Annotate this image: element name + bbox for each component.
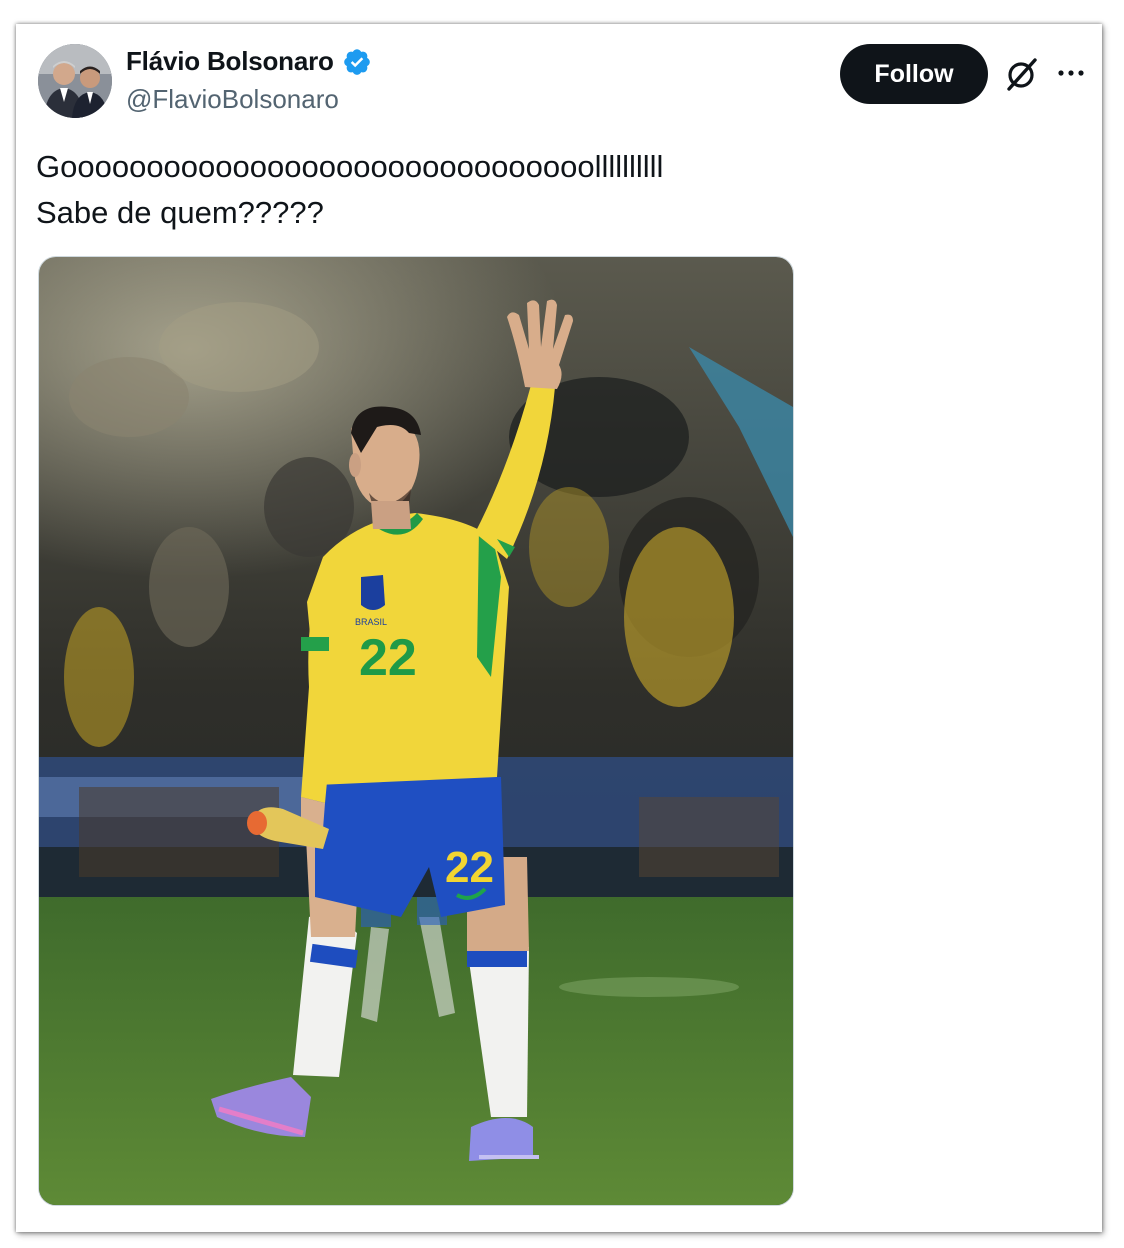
football-player-photo: 22 BRASIL 22: [39, 257, 793, 1205]
author-handle[interactable]: @FlavioBolsonaro: [126, 84, 339, 115]
tweet-media-photo[interactable]: 22 BRASIL 22: [38, 256, 794, 1206]
grok-icon[interactable]: [1004, 56, 1040, 92]
avatar[interactable]: [38, 44, 112, 118]
more-options-icon[interactable]: [1056, 60, 1086, 86]
avatar-photo: [38, 44, 112, 118]
crest-text: BRASIL: [355, 617, 387, 627]
tweet-text-line: Gooooooooooooooooooooooooooooooollllllll…: [36, 149, 664, 184]
follow-button[interactable]: Follow: [840, 44, 988, 104]
verified-badge-icon: [343, 48, 370, 75]
shorts-number: 22: [445, 843, 494, 892]
tweet-text: Gooooooooooooooooooooooooooooooollllllll…: [36, 144, 1076, 236]
author-display-name[interactable]: Flávio Bolsonaro: [126, 46, 334, 77]
tweet-text-line: Sabe de quem?????: [36, 195, 324, 230]
author-name-row: Flávio Bolsonaro: [126, 46, 372, 77]
jersey-number: 22: [359, 629, 417, 687]
tweet-card: Flávio Bolsonaro @FlavioBolsonaro Follow…: [16, 24, 1102, 1232]
